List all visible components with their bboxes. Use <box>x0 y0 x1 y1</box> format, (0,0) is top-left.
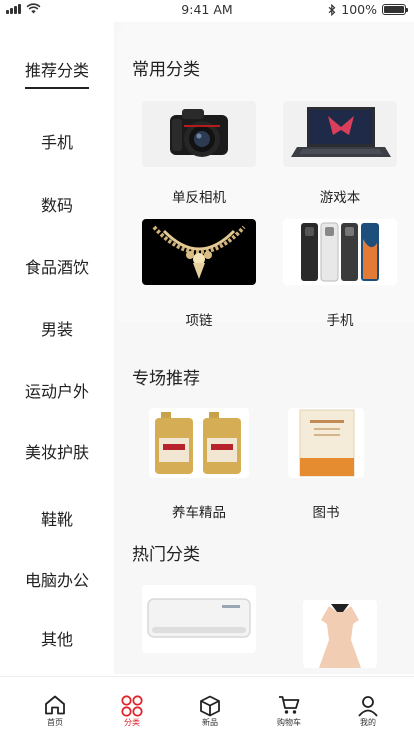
tab-profile[interactable]: 我的 <box>328 677 408 736</box>
tile-car-care[interactable]: 养车精品 <box>142 408 256 521</box>
sidebar-item-label: 手机 <box>40 133 73 152</box>
sidebar-item-label: 其他 <box>40 630 73 649</box>
dress-image <box>303 600 377 668</box>
engine-oil-image <box>149 408 249 478</box>
sidebar-item-computers-office[interactable]: 电脑办公 <box>0 567 114 591</box>
battery-percent: 100% <box>341 2 377 17</box>
sidebar-item-label: 鞋靴 <box>40 510 73 529</box>
camera-image <box>142 101 256 167</box>
sidebar-item-digital[interactable]: 数码 <box>0 192 114 216</box>
laptop-image <box>283 101 397 167</box>
necklace-image <box>142 219 256 285</box>
book-image <box>288 408 364 478</box>
cart-icon <box>279 696 300 714</box>
tile-air-conditioner[interactable] <box>142 585 256 653</box>
box-icon <box>200 695 220 717</box>
sidebar-item-menswear[interactable]: 男装 <box>0 316 114 340</box>
category-sidebar: 推荐分类 手机 数码 食品酒饮 男装 运动户外 美妆护肤 鞋靴 电脑办公 其他 <box>0 22 114 674</box>
tab-home[interactable]: 首页 <box>15 677 95 736</box>
section-title-common: 常用分类 <box>132 60 200 80</box>
tile-label: 单反相机 <box>172 190 226 206</box>
battery-icon <box>382 4 408 15</box>
tab-cart[interactable]: 购物车 <box>249 677 329 736</box>
tile-dslr-camera[interactable]: 单反相机 <box>142 101 256 206</box>
home-icon <box>45 695 65 715</box>
tab-category[interactable]: 分类 <box>92 677 172 736</box>
tab-label: 我的 <box>360 718 376 727</box>
tile-label: 手机 <box>326 313 354 329</box>
tile-gaming-laptop[interactable]: 游戏本 <box>283 101 397 206</box>
tab-new-arrivals[interactable]: 新品 <box>170 677 250 736</box>
tile-books[interactable]: 图书 <box>269 408 383 521</box>
sidebar-item-label: 美妆护肤 <box>24 443 89 462</box>
category-icon <box>121 695 143 717</box>
tab-label: 首页 <box>47 718 63 727</box>
tile-label: 养车精品 <box>172 505 226 521</box>
tile-dress[interactable] <box>283 600 397 668</box>
sidebar-item-shoes[interactable]: 鞋靴 <box>0 506 114 530</box>
sidebar-item-label: 男装 <box>40 320 73 339</box>
sidebar-item-label: 推荐分类 <box>24 57 89 89</box>
tab-label: 购物车 <box>277 718 301 727</box>
tab-label: 分类 <box>124 718 140 727</box>
sidebar-item-food-drinks[interactable]: 食品酒饮 <box>0 254 114 278</box>
tile-label: 项链 <box>185 313 213 329</box>
status-bar: 9:41 AM 100% <box>0 0 414 20</box>
user-icon <box>358 696 378 717</box>
sidebar-item-label: 食品酒饮 <box>24 258 89 277</box>
sidebar-item-label: 数码 <box>40 196 73 215</box>
section-title-hot: 热门分类 <box>132 545 200 565</box>
tile-phone[interactable]: 手机 <box>283 219 397 329</box>
phone-image <box>283 219 397 285</box>
status-right: 100% <box>328 2 408 17</box>
bluetooth-icon <box>328 3 336 16</box>
battery-fill <box>384 6 404 13</box>
sidebar-item-beauty[interactable]: 美妆护肤 <box>0 439 114 463</box>
sidebar-item-other[interactable]: 其他 <box>0 626 114 650</box>
tile-label: 图书 <box>312 505 340 521</box>
tile-necklace[interactable]: 项链 <box>142 219 256 329</box>
sidebar-item-phones[interactable]: 手机 <box>0 129 114 153</box>
sidebar-item-recommended[interactable]: 推荐分类 <box>0 57 114 89</box>
sidebar-item-label: 运动户外 <box>24 382 89 401</box>
sidebar-item-label: 电脑办公 <box>24 571 89 590</box>
tab-label: 新品 <box>202 718 218 727</box>
air-conditioner-image <box>142 585 256 653</box>
category-content: 常用分类 单反相机 游戏本 项链 手机 专场推荐 养车精品 图书 热门分类 <box>114 22 414 674</box>
bottom-tab-bar: 首页 分类 新品 购物车 我的 <box>0 676 414 736</box>
sidebar-item-sports-outdoor[interactable]: 运动户外 <box>0 378 114 402</box>
tile-label: 游戏本 <box>319 190 361 206</box>
section-title-special: 专场推荐 <box>132 369 200 389</box>
